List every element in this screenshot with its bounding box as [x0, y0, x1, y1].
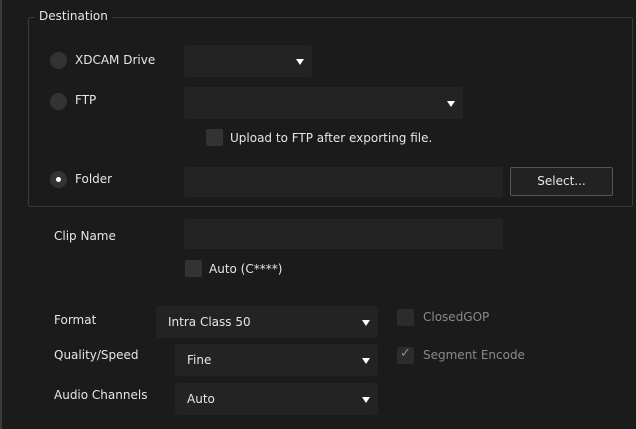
auto-clip-name-label[interactable]: Auto (C****) [209, 262, 282, 276]
quality-speed-label: Quality/Speed [54, 348, 139, 362]
clip-name-label: Clip Name [54, 229, 116, 243]
upload-ftp-label[interactable]: Upload to FTP after exporting file. [230, 131, 432, 145]
checkmark-icon: ✓ [400, 346, 411, 361]
chevron-down-icon [362, 358, 370, 364]
chevron-down-icon [362, 320, 370, 326]
quality-speed-value: Fine [187, 353, 212, 367]
chevron-down-icon [447, 101, 455, 107]
format-select[interactable]: Intra Class 50 [156, 306, 378, 338]
auto-clip-name-checkbox[interactable] [185, 260, 202, 277]
audio-channels-label: Audio Channels [54, 388, 148, 402]
destination-legend: Destination [35, 9, 112, 23]
format-value: Intra Class 50 [168, 315, 251, 329]
ftp-label[interactable]: FTP [75, 93, 96, 107]
folder-path-field[interactable] [184, 167, 503, 197]
left-edge-divider [0, 0, 2, 429]
folder-radio[interactable] [50, 171, 67, 188]
audio-channels-select[interactable]: Auto [175, 383, 378, 415]
folder-label[interactable]: Folder [75, 172, 112, 186]
xdcam-drive-label[interactable]: XDCAM Drive [75, 53, 155, 67]
ftp-select[interactable] [184, 87, 463, 119]
format-label: Format [54, 313, 97, 327]
closed-gop-label: ClosedGOP [423, 310, 490, 324]
select-folder-button[interactable]: Select... [510, 167, 613, 196]
radio-selected-dot [56, 177, 61, 182]
ftp-radio[interactable] [50, 93, 67, 110]
segment-encode-checkbox[interactable]: ✓ [397, 346, 414, 364]
audio-channels-value: Auto [187, 392, 215, 406]
xdcam-drive-radio[interactable] [50, 52, 67, 69]
quality-speed-select[interactable]: Fine [175, 344, 378, 376]
clip-name-field[interactable] [184, 219, 503, 249]
xdcam-drive-select[interactable] [184, 45, 312, 77]
closed-gop-checkbox[interactable] [397, 309, 414, 326]
chevron-down-icon [362, 397, 370, 403]
segment-encode-label: Segment Encode [423, 348, 525, 362]
chevron-down-icon [296, 59, 304, 65]
upload-ftp-checkbox[interactable] [206, 129, 223, 146]
